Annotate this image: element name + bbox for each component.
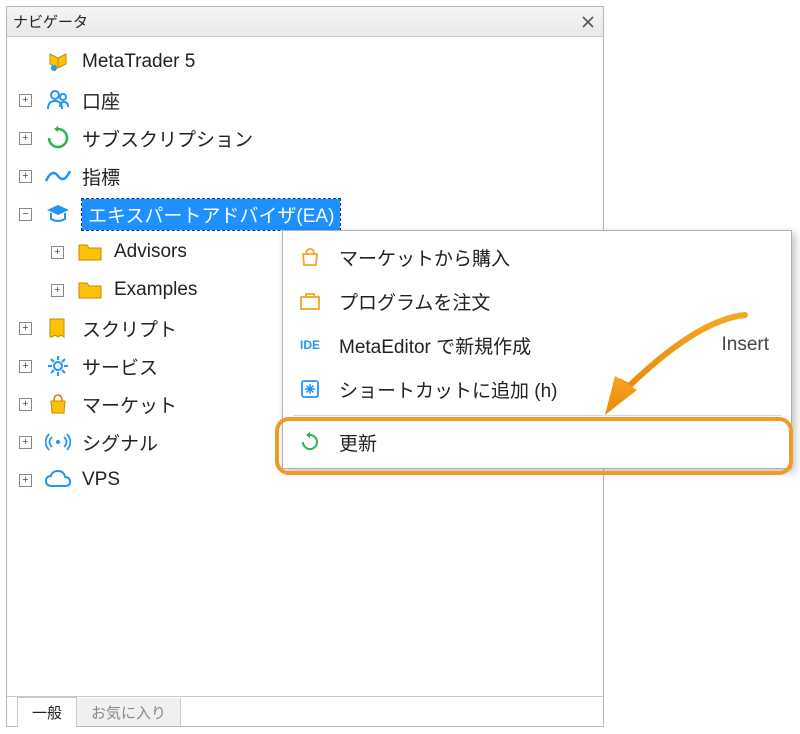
- folder-icon: [76, 276, 104, 304]
- tree-subscription[interactable]: + サブスクリプション: [11, 119, 599, 157]
- indicator-icon: [44, 162, 72, 190]
- tree-account[interactable]: + 口座: [11, 81, 599, 119]
- menu-label: ショートカットに追加 (h): [339, 376, 777, 403]
- expander-plus[interactable]: +: [19, 94, 32, 107]
- mt5-icon: [44, 48, 72, 76]
- tree-label: MetaTrader 5: [82, 51, 195, 73]
- folder-icon: [76, 238, 104, 266]
- gear-icon: [44, 352, 72, 380]
- context-menu: マーケットから購入 プログラムを注文 IDE MetaEditor で新規作成 …: [282, 230, 792, 469]
- refresh-icon: [297, 429, 323, 455]
- menu-order-program[interactable]: プログラムを注文: [283, 279, 791, 323]
- tree-label: 口座: [82, 87, 120, 114]
- tree-label: VPS: [82, 469, 120, 491]
- panel-title-bar: ナビゲータ: [7, 7, 603, 37]
- expander-none: [19, 56, 32, 69]
- expander-plus[interactable]: +: [19, 436, 32, 449]
- expander-plus[interactable]: +: [19, 170, 32, 183]
- expander-plus[interactable]: +: [19, 360, 32, 373]
- tree-label: 指標: [82, 163, 120, 190]
- tree-label: サブスクリプション: [82, 125, 253, 152]
- script-icon: [44, 314, 72, 342]
- tree-expert-advisors[interactable]: − エキスパートアドバイザ(EA): [11, 195, 599, 233]
- tree-indicators[interactable]: + 指標: [11, 157, 599, 195]
- accounts-icon: [44, 86, 72, 114]
- close-button[interactable]: [579, 13, 597, 31]
- menu-metaeditor-new[interactable]: IDE MetaEditor で新規作成 Insert: [283, 323, 791, 367]
- tree-label: スクリプト: [82, 315, 177, 342]
- expander-plus[interactable]: +: [19, 474, 32, 487]
- briefcase-icon: [297, 288, 323, 314]
- cloud-icon: [44, 466, 72, 494]
- tree-label: サービス: [82, 353, 158, 380]
- expander-plus[interactable]: +: [19, 322, 32, 335]
- expert-icon: [44, 200, 72, 228]
- expander-plus[interactable]: +: [19, 132, 32, 145]
- expander-plus[interactable]: +: [51, 246, 64, 259]
- menu-label: プログラムを注文: [339, 288, 777, 315]
- tree-label: Examples: [114, 279, 197, 301]
- tree-label: マーケット: [82, 391, 177, 418]
- signal-icon: [44, 428, 72, 456]
- expander-minus[interactable]: −: [19, 208, 32, 221]
- tree-root[interactable]: MetaTrader 5: [11, 43, 599, 81]
- menu-label: マーケットから購入: [339, 244, 777, 271]
- ide-icon: IDE: [297, 332, 323, 358]
- expander-plus[interactable]: +: [19, 398, 32, 411]
- menu-label: MetaEditor で新規作成: [339, 332, 721, 359]
- asterisk-icon: [297, 376, 323, 402]
- tab-favorites[interactable]: お気に入り: [77, 698, 181, 726]
- refresh-icon: [44, 124, 72, 152]
- menu-label: 更新: [339, 429, 777, 456]
- menu-separator: [293, 415, 781, 416]
- tab-label: 一般: [32, 702, 62, 723]
- expander-plus[interactable]: +: [51, 284, 64, 297]
- tree-label: シグナル: [82, 429, 158, 456]
- panel-title: ナビゲータ: [13, 11, 579, 32]
- menu-buy-market[interactable]: マーケットから購入: [283, 235, 791, 279]
- tree-label-selected: エキスパートアドバイザ(EA): [82, 199, 340, 230]
- tab-label: お気に入り: [91, 702, 166, 723]
- tab-bar: 一般 お気に入り: [7, 696, 603, 726]
- menu-add-shortcut[interactable]: ショートカットに追加 (h): [283, 367, 791, 411]
- bag-icon: [297, 244, 323, 270]
- market-icon: [44, 390, 72, 418]
- tab-general[interactable]: 一般: [17, 697, 77, 727]
- tree-label: Advisors: [114, 241, 187, 263]
- menu-refresh[interactable]: 更新: [283, 420, 791, 464]
- menu-shortcut: Insert: [721, 334, 777, 356]
